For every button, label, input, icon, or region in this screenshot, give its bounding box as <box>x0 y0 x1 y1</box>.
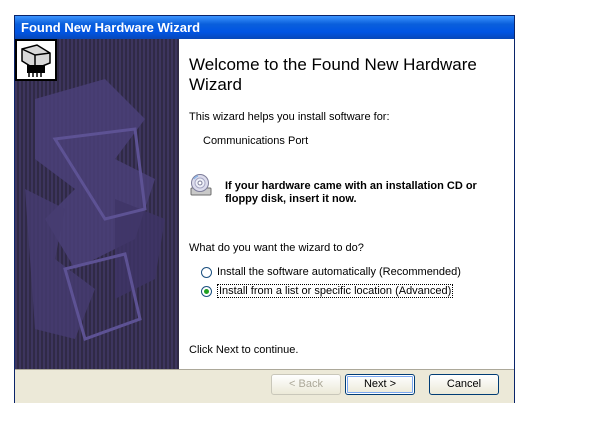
wizard-content: Welcome to the Found New Hardware Wizard… <box>179 39 514 369</box>
back-button[interactable]: < Back <box>271 374 341 395</box>
button-bar: < Back Next > Cancel <box>15 369 514 403</box>
next-button[interactable]: Next > <box>345 374 415 395</box>
radio-selected-dot <box>204 288 209 294</box>
install-from-list-radio[interactable] <box>201 285 212 297</box>
cancel-button[interactable]: Cancel <box>429 374 499 395</box>
wizard-sidebar-banner <box>15 39 179 369</box>
device-name: Communications Port <box>203 135 309 147</box>
cd-prompt: If your hardware came with an installati… <box>225 180 477 205</box>
cd-disc-icon <box>190 174 212 196</box>
sidebar-graphic <box>15 39 179 369</box>
window-title[interactable]: Found New Hardware Wizard <box>15 16 514 39</box>
install-from-list-option[interactable]: Install from a list or specific location… <box>201 284 454 298</box>
continue-text: Click Next to continue. <box>189 344 299 356</box>
wizard-heading: Welcome to the Found New Hardware Wizard <box>189 55 477 94</box>
install-automatically-option[interactable]: Install the software automatically (Reco… <box>201 266 461 278</box>
wizard-window: Found New Hardware Wizard Welcome to the… <box>14 15 515 403</box>
install-from-list-label[interactable]: Install from a list or specific location… <box>217 284 454 298</box>
wizard-question: What do you want the wizard to do? <box>189 242 364 254</box>
helps-text: This wizard helps you install software f… <box>189 111 390 123</box>
install-automatically-label[interactable]: Install the software automatically (Reco… <box>217 266 461 278</box>
hardware-chip-icon <box>15 39 57 81</box>
install-automatically-radio[interactable] <box>201 266 212 278</box>
